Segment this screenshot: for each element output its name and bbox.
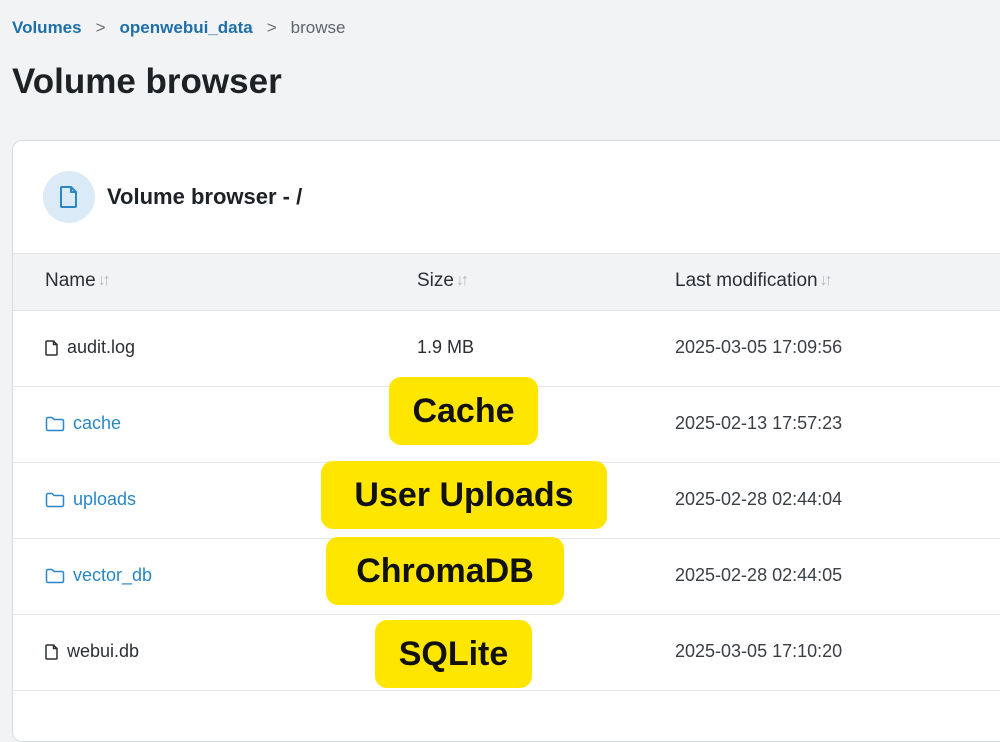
modified-cell: 2025-02-13 17:57:23 xyxy=(675,413,843,433)
folder-name-cell: uploads xyxy=(45,489,136,510)
sort-icon: ↓↑ xyxy=(97,272,111,289)
breadcrumb-volume-link[interactable]: openwebui_data xyxy=(120,18,253,38)
annotation-cache: Cache xyxy=(389,377,538,445)
breadcrumb: Volumes > openwebui_data > browse xyxy=(12,18,345,38)
file-icon xyxy=(45,643,59,660)
file-name-cell: audit.log xyxy=(45,337,135,358)
column-label: Last modification xyxy=(675,270,818,291)
breadcrumb-separator: > xyxy=(95,18,106,37)
folder-name-cell: cache xyxy=(45,413,121,434)
column-header-name[interactable]: Name ↓↑ xyxy=(45,270,111,292)
modified-cell: 2025-02-28 02:44:04 xyxy=(675,489,843,509)
file-icon xyxy=(45,339,59,356)
annotation-user-uploads: User Uploads xyxy=(321,461,607,529)
card-header: Volume browser - / xyxy=(13,141,1000,254)
column-header-size[interactable]: Size ↓↑ xyxy=(417,270,469,292)
breadcrumb-current: browse xyxy=(290,18,346,37)
page-title: Volume browser xyxy=(12,62,282,101)
file-link[interactable]: webui.db xyxy=(67,641,139,662)
annotation-chromadb: ChromaDB xyxy=(326,537,564,605)
folder-icon xyxy=(45,568,65,584)
annotation-sqlite: SQLite xyxy=(375,620,532,688)
file-name-cell: webui.db xyxy=(45,641,139,662)
card-title: Volume browser - / xyxy=(107,184,303,209)
file-icon xyxy=(43,171,95,223)
sort-icon: ↓↑ xyxy=(819,272,833,289)
modified-cell: 2025-02-28 02:44:05 xyxy=(675,565,843,585)
sort-icon: ↓↑ xyxy=(455,272,469,289)
size-cell: 1.9 MB xyxy=(417,337,475,357)
folder-icon xyxy=(45,492,65,508)
folder-name-cell: vector_db xyxy=(45,565,152,586)
file-link[interactable]: audit.log xyxy=(67,337,135,358)
folder-link[interactable]: cache xyxy=(73,413,121,434)
breadcrumb-separator: > xyxy=(266,18,277,37)
modified-cell: 2025-03-05 17:10:20 xyxy=(675,641,843,661)
folder-icon xyxy=(45,416,65,432)
folder-link[interactable]: uploads xyxy=(73,489,136,510)
column-label: Name xyxy=(45,270,96,291)
table-row: audit.log 1.9 MB 2025-03-05 17:09:56 xyxy=(13,311,1000,387)
column-label: Size xyxy=(417,270,454,291)
modified-cell: 2025-03-05 17:09:56 xyxy=(675,337,843,357)
breadcrumb-volumes-link[interactable]: Volumes xyxy=(12,18,82,38)
table-header: Name ↓↑ Size ↓↑ Last modification ↓↑ xyxy=(13,254,1000,311)
folder-link[interactable]: vector_db xyxy=(73,565,152,586)
column-header-last-modification[interactable]: Last modification ↓↑ xyxy=(675,270,833,292)
